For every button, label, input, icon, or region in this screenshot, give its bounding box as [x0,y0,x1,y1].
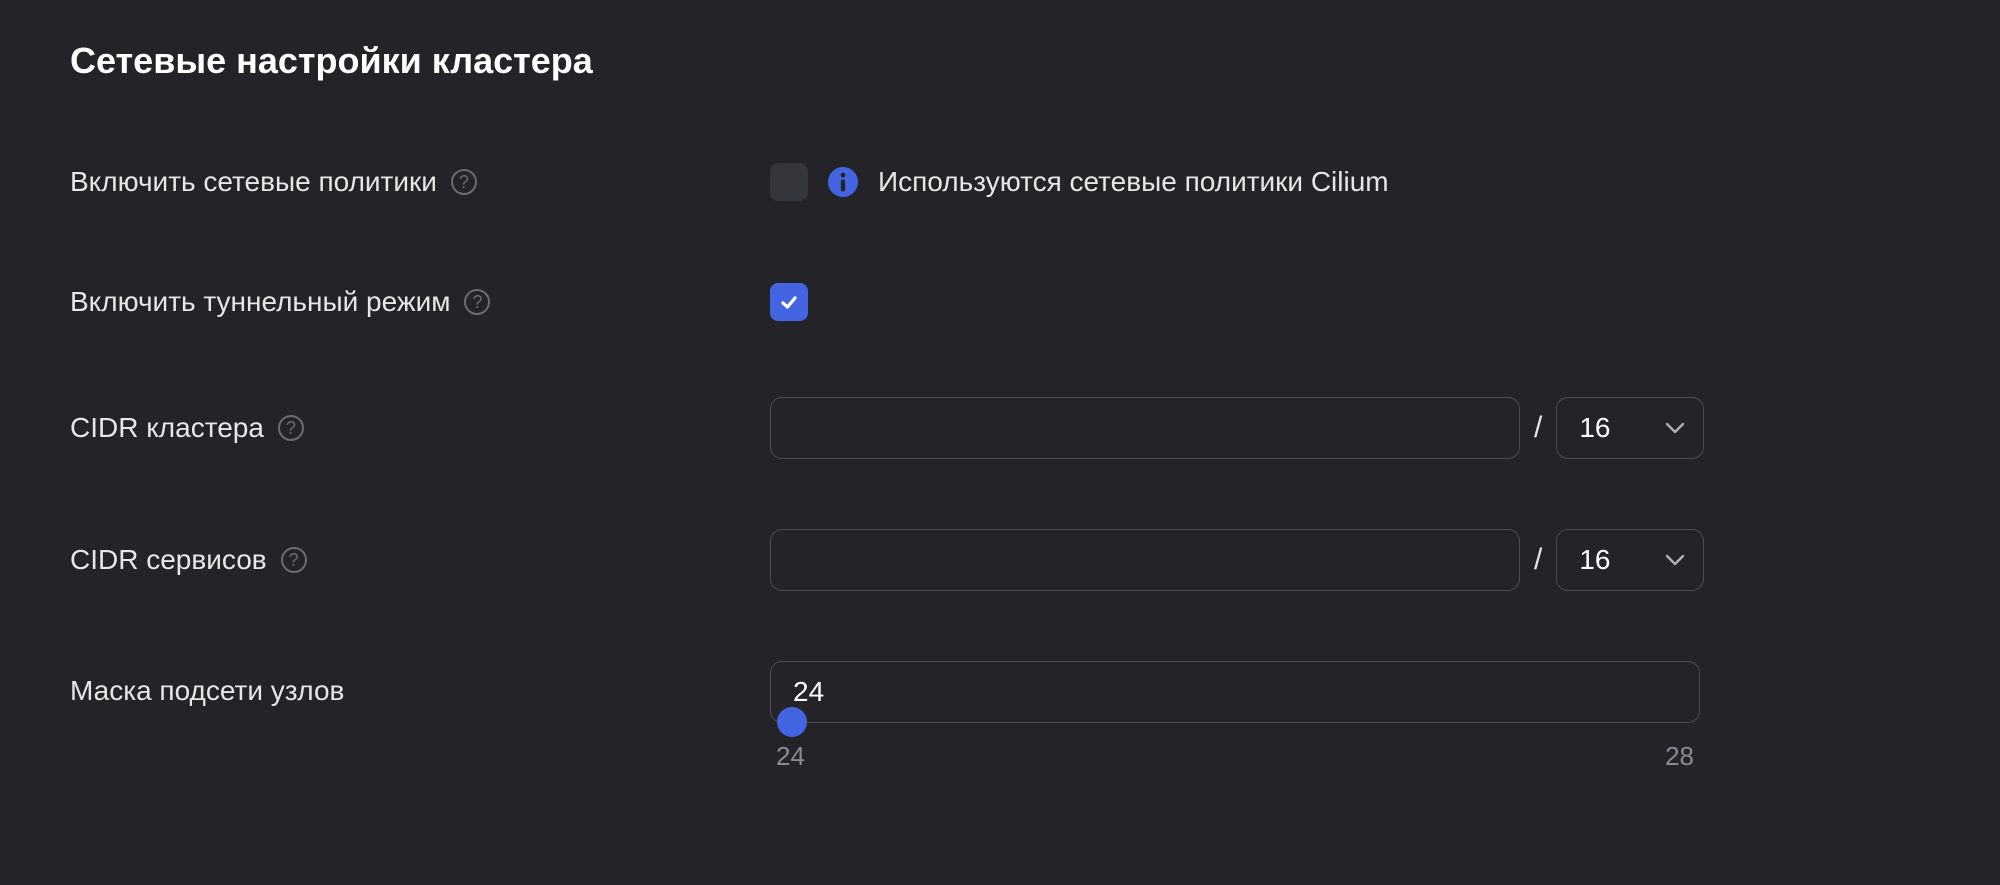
help-icon[interactable]: ? [281,547,307,573]
cluster-cidr-mask-select[interactable]: 16 [1556,397,1704,459]
services-cidr-label: CIDR сервисов [70,544,267,576]
row-services-cidr: CIDR сервисов ? / 16 [70,529,1930,591]
tunnel-mode-label: Включить туннельный режим [70,286,450,318]
slider-max-label: 28 [1665,741,1694,772]
row-node-subnet-mask: Маска подсети узлов 24 24 28 [70,661,1930,772]
services-cidr-group: / 16 [770,529,1930,591]
control-group: / 16 [770,529,1930,591]
cluster-cidr-group: / 16 [770,397,1930,459]
info-icon [828,167,858,197]
control-group: / 16 [770,397,1930,459]
help-icon[interactable]: ? [451,169,477,195]
tunnel-mode-checkbox[interactable] [770,283,808,321]
slash-separator: / [1534,411,1542,445]
network-settings-section: Сетевые настройки кластера Включить сете… [0,0,2000,832]
control-group: Используются сетевые политики Cilium [770,163,1930,201]
section-title: Сетевые настройки кластера [70,40,1930,82]
label-group: Включить туннельный режим ? [70,286,770,318]
slider-current-value: 24 [793,676,824,708]
label-group: Маска подсети узлов [70,661,770,707]
cluster-cidr-mask-value: 16 [1579,412,1610,444]
slider-min-label: 24 [776,741,805,772]
network-policies-label: Включить сетевые политики [70,166,437,198]
cluster-cidr-label: CIDR кластера [70,412,264,444]
label-group: CIDR сервисов ? [70,544,770,576]
slider-track[interactable]: 24 [770,661,1700,723]
cluster-cidr-input[interactable] [770,397,1520,459]
chevron-down-icon [1665,554,1685,566]
slider-scale: 24 28 [770,741,1700,772]
row-network-policies: Включить сетевые политики ? Используются… [70,157,1930,207]
node-subnet-mask-slider[interactable]: 24 24 28 [770,661,1700,772]
services-cidr-mask-select[interactable]: 16 [1556,529,1704,591]
row-tunnel-mode: Включить туннельный режим ? [70,277,1930,327]
help-icon[interactable]: ? [278,415,304,441]
slash-separator: / [1534,543,1542,577]
help-icon[interactable]: ? [464,289,490,315]
services-cidr-mask-value: 16 [1579,544,1610,576]
label-group: Включить сетевые политики ? [70,166,770,198]
services-cidr-input[interactable] [770,529,1520,591]
slider-thumb[interactable] [777,707,807,737]
control-group [770,283,1930,321]
chevron-down-icon [1665,422,1685,434]
network-policies-info-text: Используются сетевые политики Cilium [878,166,1389,198]
network-policies-checkbox[interactable] [770,163,808,201]
label-group: CIDR кластера ? [70,412,770,444]
node-subnet-mask-label: Маска подсети узлов [70,675,344,707]
control-group: 24 24 28 [770,661,1930,772]
row-cluster-cidr: CIDR кластера ? / 16 [70,397,1930,459]
